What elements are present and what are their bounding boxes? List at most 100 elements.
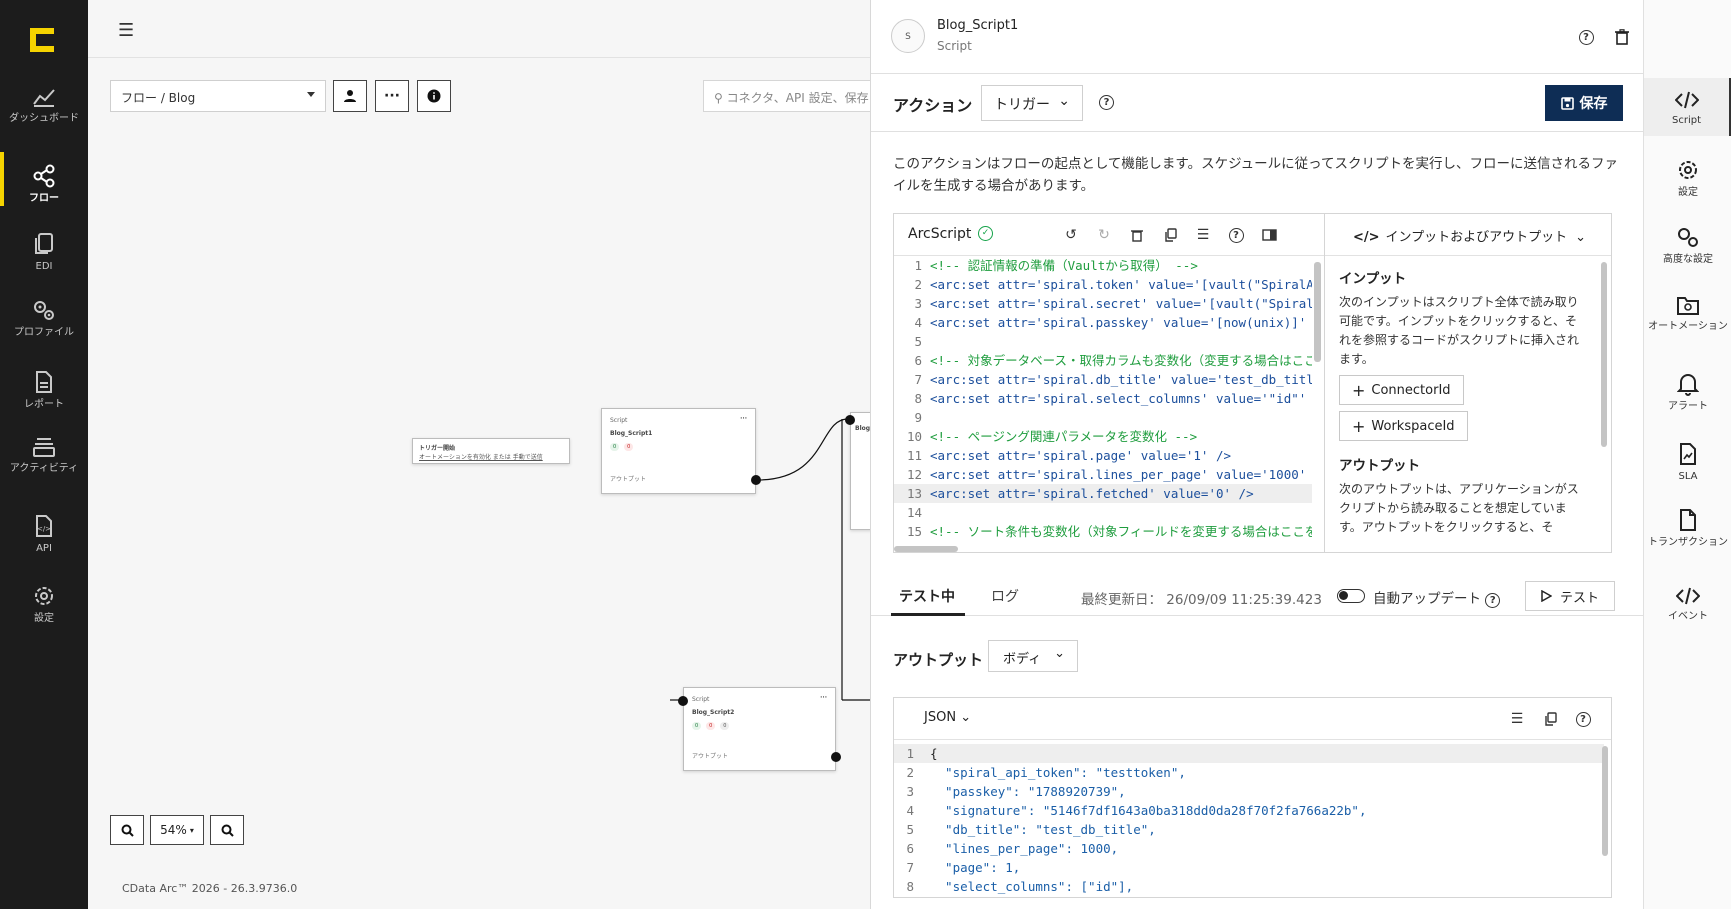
undo-button[interactable]: ↺ xyxy=(1062,226,1080,244)
json-code-area[interactable]: 1{ 2 "spiral_api_token": "testtoken", 3 … xyxy=(894,744,1604,896)
help-icon: ? xyxy=(1228,227,1244,243)
tab-testing[interactable]: テスト中 xyxy=(899,586,955,606)
help-button[interactable]: ? xyxy=(1576,27,1596,47)
nav-label: フロー xyxy=(29,193,59,204)
nav-label: レポート xyxy=(24,399,64,410)
nav-activity[interactable]: アクティビティ xyxy=(0,436,88,474)
rail-event[interactable]: イベント xyxy=(1644,586,1731,622)
action-type-dropdown[interactable]: トリガー ⌄ xyxy=(981,85,1083,121)
save-button[interactable]: 保存 xyxy=(1545,85,1623,121)
copy-button[interactable] xyxy=(1161,226,1179,244)
zoom-in-button[interactable] xyxy=(110,815,144,845)
status-chip-error: 0 xyxy=(706,722,716,730)
script-avatar: S xyxy=(891,19,925,53)
rail-settings[interactable]: 設定 xyxy=(1644,158,1731,198)
code-area[interactable]: 1 <!-- 認証情報の準備（Vaultから取得） --> 2 <arc:set a… xyxy=(894,256,1312,539)
rail-label: Script xyxy=(1671,115,1701,126)
node-type: Script xyxy=(692,696,710,703)
rail-alert[interactable]: アラート xyxy=(1644,372,1731,412)
nav-api[interactable]: </> API xyxy=(0,514,88,554)
input-workspaceid-button[interactable]: + WorkspaceId xyxy=(1339,411,1468,441)
rail-label: オートメーション xyxy=(1648,321,1728,332)
node-name: Blog_Script1 xyxy=(610,430,653,437)
zoom-level-select[interactable]: 54% ▾ xyxy=(150,815,204,845)
tab-log[interactable]: ログ xyxy=(991,586,1019,606)
json-line: 1{ xyxy=(894,744,1604,763)
toggle-sidebar-button[interactable] xyxy=(1260,226,1278,244)
nav-edi[interactable]: EDI xyxy=(0,232,88,272)
gears-icon xyxy=(1678,228,1698,247)
code-line: 8 <arc:set attr='spiral.select_columns' v… xyxy=(914,391,1307,406)
json-output[interactable]: JSON ⌄ ☰ ? 1{ 2 "spiral_api_token": "tes… xyxy=(893,697,1612,898)
app-logo[interactable] xyxy=(26,24,62,60)
node-menu-icon[interactable]: ··· xyxy=(820,694,827,701)
output-row: アウトプット ボディ ⌄ xyxy=(871,640,1644,680)
rail-label: SLA xyxy=(1678,471,1698,482)
nav-report[interactable]: レポート xyxy=(0,370,88,410)
json-scrollbar[interactable] xyxy=(1602,746,1608,856)
output-description: 次のアウトプットは、アプリケーションがスクリプトから読み取ることを想定しています… xyxy=(1339,482,1579,534)
format-button[interactable]: ☰ xyxy=(1194,226,1212,244)
code-line: 3 <arc:set attr='spiral.secret' value='[v… xyxy=(914,296,1312,311)
script-editor[interactable]: ArcScript ✓ ↺ ↻ ☰ ? 1 <!-- 認証情報の準備（Vaultか… xyxy=(893,213,1325,553)
nav-flow[interactable]: フロー xyxy=(0,152,88,206)
rail-sla[interactable]: SLA xyxy=(1644,442,1731,482)
editor-scrollbar-horizontal[interactable] xyxy=(894,546,958,552)
code-line: 1 <!-- 認証情報の準備（Vaultから取得） --> xyxy=(914,258,1198,273)
script2-node[interactable]: Script ··· Blog_Script2 0 0 0 アウトプット xyxy=(678,687,841,771)
test-button[interactable]: テスト xyxy=(1525,581,1615,611)
copy-icon xyxy=(1544,712,1557,726)
save-icon xyxy=(1560,96,1574,110)
code-line: 7 <arc:set attr='spiral.db_title' value='… xyxy=(914,372,1312,387)
input-port[interactable] xyxy=(678,696,688,706)
trash-icon xyxy=(1615,29,1629,45)
list-icon: ☰ xyxy=(1510,711,1524,727)
code-line: 4 <arc:set attr='spiral.passkey' value='[… xyxy=(914,315,1307,330)
test-tabs: テスト中 ログ 最終更新日： 26/09/09 11:25:39.423 自動ア… xyxy=(871,574,1644,616)
code-line: 11 <arc:set attr='spiral.page' value='1' … xyxy=(906,448,1232,463)
json-line: 3 "passkey": "1788920739", xyxy=(906,784,1126,799)
auto-update-toggle[interactable] xyxy=(1337,589,1365,603)
rail-script[interactable]: Script xyxy=(1644,78,1731,136)
zoom-out-button[interactable] xyxy=(210,815,244,845)
trigger-node[interactable]: トリガー開始 オートメーションを有効化 または 手動で送信 xyxy=(412,438,570,464)
zoom-level: 54% xyxy=(160,823,187,837)
caret-down-icon: ▾ xyxy=(189,825,194,835)
panel-header: S Blog_Script1 Script ? xyxy=(871,0,1701,74)
copy-button[interactable] xyxy=(1541,710,1559,728)
script1-node[interactable]: Script ··· Blog_Script1 0 0 アウトプット xyxy=(601,408,761,494)
input-port[interactable] xyxy=(845,415,855,425)
nav-dashboard[interactable]: ダッシュボード xyxy=(0,86,88,124)
editor-scrollbar-vertical[interactable] xyxy=(1314,262,1321,362)
editor-help-button[interactable]: ? xyxy=(1227,226,1245,244)
rail-advanced-settings[interactable]: 高度な設定 xyxy=(1644,225,1731,265)
help-icon[interactable]: ? xyxy=(1485,593,1501,608)
rail-transaction[interactable]: トランザクション xyxy=(1644,508,1731,548)
output-port[interactable] xyxy=(751,475,761,485)
code-line: 5 xyxy=(914,334,922,349)
input-connectorid-button[interactable]: + ConnectorId xyxy=(1339,375,1464,405)
action-panel: S Blog_Script1 Script ? アクション トリガー ⌄ ? 保… xyxy=(870,0,1701,909)
action-help-button[interactable]: ? xyxy=(1099,94,1114,110)
status-chip-pending: 0 xyxy=(720,722,730,730)
nav-settings[interactable]: 設定 xyxy=(0,584,88,624)
flow-canvas[interactable]: ☰ フロー / Blog ··· ⚲ コネクタ、API 設定、保存 トリガー開始… xyxy=(88,0,880,909)
rail-label: 高度な設定 xyxy=(1663,254,1713,265)
json-help-button[interactable]: ? xyxy=(1574,710,1592,728)
gear-icon xyxy=(1679,161,1697,179)
rail-automation[interactable]: オートメーション xyxy=(1644,294,1731,332)
code-line-current: 13 <arc:set attr='spiral.fetched' value='… xyxy=(894,484,1312,503)
format-button[interactable]: ☰ xyxy=(1508,710,1526,728)
delete-button[interactable] xyxy=(1612,27,1632,47)
io-scrollbar[interactable] xyxy=(1601,262,1607,447)
io-dropdown[interactable]: </> インプットおよびアウトプット ⌄ xyxy=(1325,214,1611,256)
panel-subtitle: Script xyxy=(937,39,972,53)
nav-profile[interactable]: プロファイル xyxy=(0,298,88,338)
format-dropdown[interactable]: JSON ⌄ xyxy=(924,710,971,725)
node-menu-icon[interactable]: ··· xyxy=(740,415,747,422)
help-icon: ? xyxy=(1099,95,1114,110)
redo-button[interactable]: ↻ xyxy=(1095,226,1113,244)
output-port[interactable] xyxy=(831,752,841,762)
output-type-dropdown[interactable]: ボディ ⌄ xyxy=(988,640,1078,672)
clear-button[interactable] xyxy=(1128,226,1146,244)
